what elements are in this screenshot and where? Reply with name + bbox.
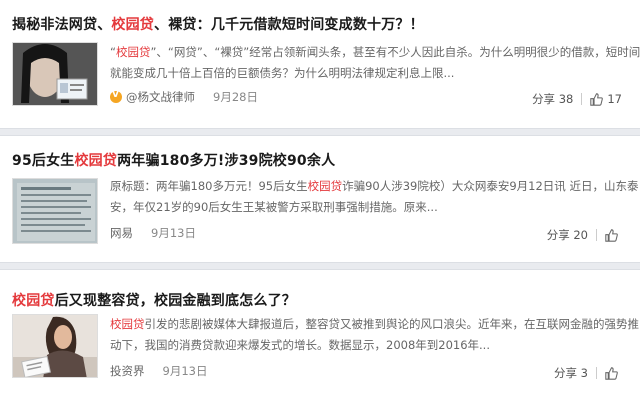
share-button[interactable]: 分享 20 bbox=[547, 227, 588, 243]
article-actions: 分享 20 bbox=[547, 227, 622, 243]
card-separator bbox=[0, 262, 640, 270]
divider bbox=[581, 93, 583, 105]
article-meta: @杨文战律师 9月28日 bbox=[110, 89, 258, 105]
article-title[interactable]: 校园贷后又现整容贷，校园金融到底怎么了？ bbox=[12, 290, 296, 310]
thumbs-up-icon bbox=[605, 228, 618, 242]
keyword-highlight: 校园贷 bbox=[111, 17, 155, 33]
article-date: 9月28日 bbox=[213, 90, 258, 104]
article-thumbnail[interactable] bbox=[12, 178, 98, 244]
news-card[interactable]: 揭秘非法网贷、校园贷、裸贷：几千元借款短时间变成数十万？！ “校园贷”、“网贷”… bbox=[0, 0, 640, 128]
article-source[interactable]: 投资界 bbox=[110, 363, 145, 379]
share-button[interactable]: 分享 3 bbox=[554, 365, 588, 381]
card-separator bbox=[0, 128, 640, 136]
news-feed: 揭秘非法网贷、校园贷、裸贷：几千元借款短时间变成数十万？！ “校园贷”、“网贷”… bbox=[0, 0, 640, 400]
article-thumbnail[interactable] bbox=[12, 314, 98, 378]
verified-v-icon bbox=[110, 90, 122, 103]
article-source[interactable]: 网易 bbox=[110, 225, 133, 241]
news-card[interactable]: 95后女生校园贷两年骗180多万!涉39院校90余人 原标题：两年骗180多万元… bbox=[0, 136, 640, 262]
keyword-highlight: 校园贷 bbox=[74, 153, 118, 169]
thumbs-up-icon bbox=[605, 366, 618, 380]
article-title[interactable]: 95后女生校园贷两年骗180多万!涉39院校90余人 bbox=[12, 150, 335, 170]
article-summary: 校园贷引发的悲剧被媒体大肆报道后，整容贷又被推到舆论的风口浪尖。近年来，在互联网… bbox=[110, 317, 639, 352]
article-title[interactable]: 揭秘非法网贷、校园贷、裸贷：几千元借款短时间变成数十万？！ bbox=[12, 14, 424, 34]
divider bbox=[596, 229, 597, 241]
article-summary: “校园贷”、“网贷”、“裸贷”经常占领新闻头条，甚至有不少人因此自杀。为什么明明… bbox=[110, 45, 640, 80]
keyword-highlight: 校园贷 bbox=[12, 293, 55, 309]
article-date: 9月13日 bbox=[151, 226, 196, 240]
article-date: 9月13日 bbox=[162, 364, 208, 378]
article-thumbnail[interactable] bbox=[12, 42, 98, 106]
article-summary: 原标题：两年骗180多万元！95后女生校园贷诈骗90人涉39院校）大众网泰安9月… bbox=[110, 179, 639, 214]
article-actions: 分享 3 bbox=[554, 365, 622, 381]
divider bbox=[596, 367, 597, 379]
thumbs-up-icon bbox=[590, 92, 604, 106]
article-source[interactable]: @杨文战律师 bbox=[126, 89, 195, 105]
like-button[interactable]: 17 bbox=[590, 92, 622, 106]
article-meta: 投资界 9月13日 bbox=[110, 363, 207, 379]
article-actions: 分享 38 17 bbox=[532, 91, 622, 107]
share-button[interactable]: 分享 38 bbox=[532, 91, 573, 107]
news-card[interactable]: 校园贷后又现整容贷，校园金融到底怎么了？ 校园贷引发的悲剧被媒体大肆报道后，整容… bbox=[0, 270, 640, 400]
article-meta: 网易 9月13日 bbox=[110, 225, 196, 241]
like-button[interactable] bbox=[605, 228, 622, 242]
like-button[interactable] bbox=[605, 366, 622, 380]
